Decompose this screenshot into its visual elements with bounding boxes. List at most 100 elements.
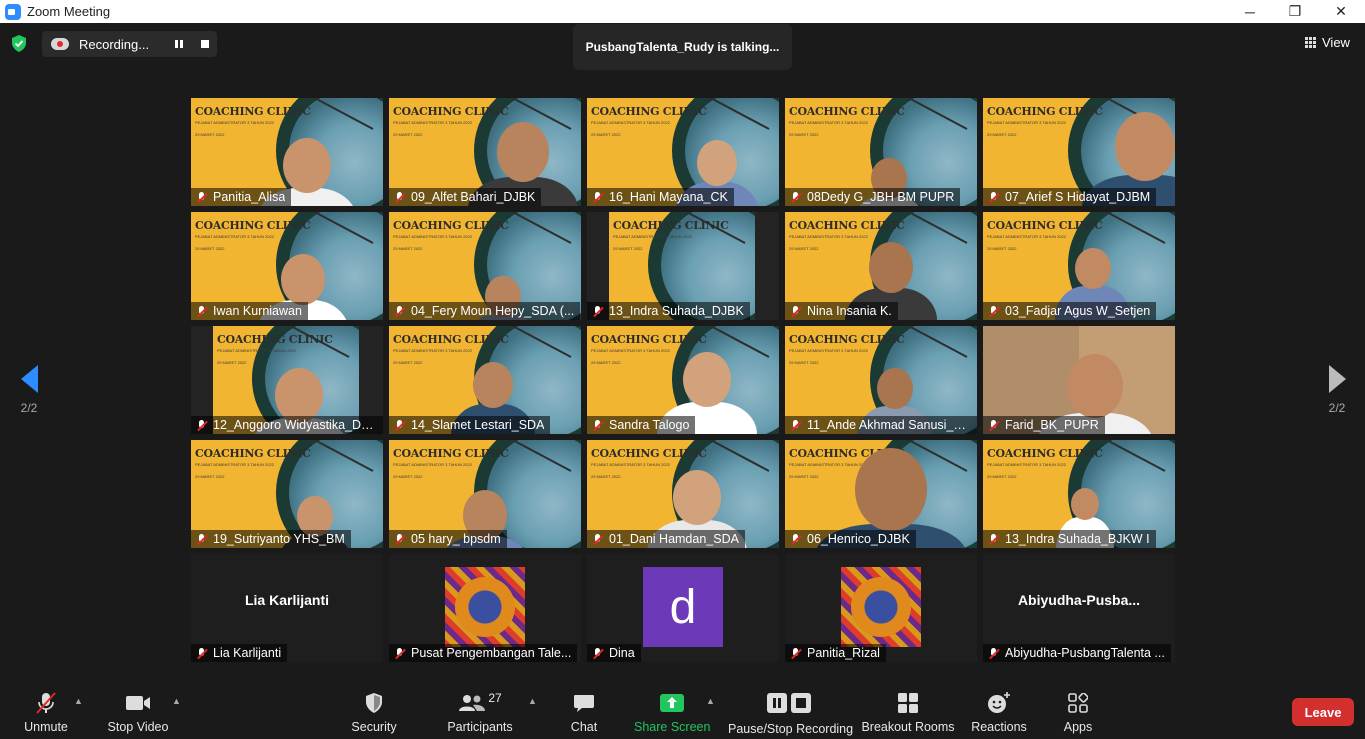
participant-tile[interactable]: COACHING CLINIC PEJABAT ADMINISTRATOR 3 T… (587, 326, 779, 434)
participant-tile[interactable]: COACHING CLINIC PEJABAT ADMINISTRATOR 3 T… (191, 98, 383, 206)
muted-mic-icon (988, 647, 1000, 660)
participant-tile[interactable]: COACHING CLINIC PEJABAT ADMINISTRATOR 3 T… (389, 440, 581, 548)
participant-name: Farid_BK_PUPR (1005, 418, 1099, 432)
reactions-button[interactable]: Reactions (968, 680, 1030, 739)
participant-tile[interactable]: COACHING CLINIC PEJABAT ADMINISTRATOR 3 T… (785, 212, 977, 320)
participant-tile[interactable]: COACHING CLINIC PEJABAT ADMINISTRATOR 3 T… (983, 212, 1175, 320)
participant-name: 13_Indra Suhada_DJBK (609, 304, 744, 318)
banner-title: COACHING CLINIC (393, 219, 509, 232)
participant-name-label: 09_Alfet Bahari_DJBK (389, 188, 542, 206)
participant-name: Lia Karlijanti (213, 646, 282, 660)
arrow-left-icon (20, 365, 38, 393)
view-button[interactable]: View (1305, 35, 1350, 50)
muted-mic-icon (592, 533, 604, 546)
participant-tile[interactable]: COACHING CLINIC PEJABAT ADMINISTRATOR 3 T… (587, 212, 779, 320)
reactions-label: Reactions (971, 720, 1027, 734)
participant-name: 16_Hani Mayana_CK (609, 190, 728, 204)
stop-icon (791, 693, 811, 713)
audio-options-caret-icon[interactable]: ▲ (74, 696, 83, 706)
participant-name-label: 13_Indra Suhada_DJBK (587, 302, 750, 320)
chat-button[interactable]: Chat (566, 680, 602, 739)
participant-tile[interactable]: COACHING CLINIC PEJABAT ADMINISTRATOR 3 T… (191, 440, 383, 548)
leave-button[interactable]: Leave (1292, 698, 1354, 726)
participant-tile[interactable]: Farid_BK_PUPR (983, 326, 1175, 434)
muted-mic-icon (790, 647, 802, 660)
participant-name: Panitia_Alisa (213, 190, 286, 204)
video-options-caret-icon[interactable]: ▲ (172, 696, 181, 706)
participant-tile[interactable]: COACHING CLINIC PEJABAT ADMINISTRATOR 3 T… (587, 98, 779, 206)
maximize-button[interactable]: ❐ (1272, 0, 1318, 23)
participant-name-label: Farid_BK_PUPR (983, 416, 1105, 434)
stop-recording-icon[interactable] (195, 34, 215, 54)
banner-title: COACHING CLINIC (393, 105, 509, 118)
participant-name: 01_Dani Hamdan_SDA (609, 532, 739, 546)
participants-button[interactable]: 27 Participants (444, 680, 516, 739)
participant-name-label: 08Dedy G_JBH BM PUPR (785, 188, 961, 206)
banner-title: COACHING CLINIC (789, 105, 905, 118)
banner-title: COACHING CLINIC (195, 105, 311, 118)
participant-tile[interactable]: COACHING CLINIC PEJABAT ADMINISTRATOR 3 T… (191, 326, 383, 434)
banner-subtitle: PEJABAT ADMINISTRATOR 3 TAHUN 2022 29 MAR… (591, 462, 670, 479)
muted-mic-icon (592, 191, 604, 204)
banner-title: COACHING CLINIC (195, 447, 311, 460)
participant-tile[interactable]: COACHING CLINIC PEJABAT ADMINISTRATOR 3 T… (983, 440, 1175, 548)
participant-tile[interactable]: COACHING CLINIC PEJABAT ADMINISTRATOR 3 T… (785, 98, 977, 206)
apps-button[interactable]: Apps (1058, 680, 1098, 739)
share-options-caret-icon[interactable]: ▲ (706, 696, 715, 706)
participant-tile[interactable]: COACHING CLINIC PEJABAT ADMINISTRATOR 3 T… (785, 326, 977, 434)
participants-caret-icon[interactable]: ▲ (528, 696, 537, 706)
banner-title: COACHING CLINIC (393, 333, 509, 346)
participant-tile[interactable]: Pusat Pengembangan Tale... (389, 554, 581, 662)
banner-subtitle: PEJABAT ADMINISTRATOR 3 TAHUN 2022 29 MAR… (393, 462, 472, 479)
banner-title: COACHING CLINIC (789, 333, 905, 346)
organization-logo (841, 567, 921, 647)
participant-tile[interactable]: Abiyudha-Pusba... Abiyudha-PusbangTalenta… (983, 554, 1175, 662)
pause-recording-icon[interactable] (169, 34, 189, 54)
participant-tile[interactable]: Panitia_Rizal (785, 554, 977, 662)
next-page-button[interactable]: 2/2 (1322, 365, 1352, 415)
participant-name: Sandra Talogo (609, 418, 690, 432)
reactions-smiley-icon (988, 692, 1010, 713)
stop-video-button[interactable]: Stop Video (104, 680, 172, 739)
banner-subtitle: PEJABAT ADMINISTRATOR 3 TAHUN 2022 29 MAR… (987, 120, 1066, 137)
participant-tile[interactable]: COACHING CLINIC PEJABAT ADMINISTRATOR 3 T… (389, 212, 581, 320)
participant-name-label: Panitia_Alisa (191, 188, 292, 206)
apps-label: Apps (1063, 720, 1093, 734)
participant-name-label: Lia Karlijanti (191, 644, 288, 662)
minimize-button[interactable]: ─ (1227, 0, 1273, 23)
pause-stop-recording-button[interactable]: Pause/Stop Recording (728, 680, 853, 739)
muted-mic-icon (196, 419, 208, 432)
participant-tile[interactable]: COACHING CLINIC PEJABAT ADMINISTRATOR 3 T… (587, 440, 779, 548)
security-button[interactable]: Security (347, 680, 401, 739)
participant-name-label: Iwan Kurniawan (191, 302, 308, 320)
breakout-rooms-icon (898, 693, 918, 713)
share-screen-button[interactable]: Share Screen (634, 680, 710, 739)
participant-name-label: Abiyudha-PusbangTalenta ... (983, 644, 1171, 662)
participant-tile[interactable]: d Dina (587, 554, 779, 662)
participant-name-label: 13_Indra Suhada_BJKW I (983, 530, 1156, 548)
participant-name-label: 01_Dani Hamdan_SDA (587, 530, 745, 548)
participant-tile[interactable]: COACHING CLINIC PEJABAT ADMINISTRATOR 3 T… (389, 98, 581, 206)
participant-name-label: 07_Arief S Hidayat_DJBM (983, 188, 1157, 206)
breakout-rooms-button[interactable]: Breakout Rooms (861, 680, 955, 739)
muted-mic-icon (196, 191, 208, 204)
participant-name: Pusat Pengembangan Tale... (411, 646, 572, 660)
zoom-logo-icon (5, 3, 21, 20)
banner-title: COACHING CLINIC (987, 219, 1103, 232)
banner-subtitle: PEJABAT ADMINISTRATOR 3 TAHUN 2022 29 MAR… (393, 348, 472, 365)
participant-name-label: 14_Slamet Lestari_SDA (389, 416, 551, 434)
prev-page-button[interactable]: 2/2 (14, 365, 44, 415)
close-button[interactable]: ✕ (1318, 0, 1364, 23)
encryption-shield-icon[interactable] (11, 35, 27, 52)
unmute-button[interactable]: Unmute (18, 680, 74, 739)
participant-tile[interactable]: COACHING CLINIC PEJABAT ADMINISTRATOR 3 T… (785, 440, 977, 548)
muted-mic-icon (790, 533, 802, 546)
muted-mic-icon (394, 533, 406, 546)
banner-subtitle: PEJABAT ADMINISTRATOR 3 TAHUN 2022 29 MAR… (393, 234, 472, 251)
participant-tile[interactable]: COACHING CLINIC PEJABAT ADMINISTRATOR 3 T… (191, 212, 383, 320)
muted-mic-icon (394, 191, 406, 204)
participant-tile[interactable]: COACHING CLINIC PEJABAT ADMINISTRATOR 3 T… (983, 98, 1175, 206)
participant-tile[interactable]: COACHING CLINIC PEJABAT ADMINISTRATOR 3 T… (389, 326, 581, 434)
banner-subtitle: PEJABAT ADMINISTRATOR 3 TAHUN 2022 29 MAR… (987, 462, 1066, 479)
participant-tile[interactable]: Lia Karlijanti Lia Karlijanti (191, 554, 383, 662)
